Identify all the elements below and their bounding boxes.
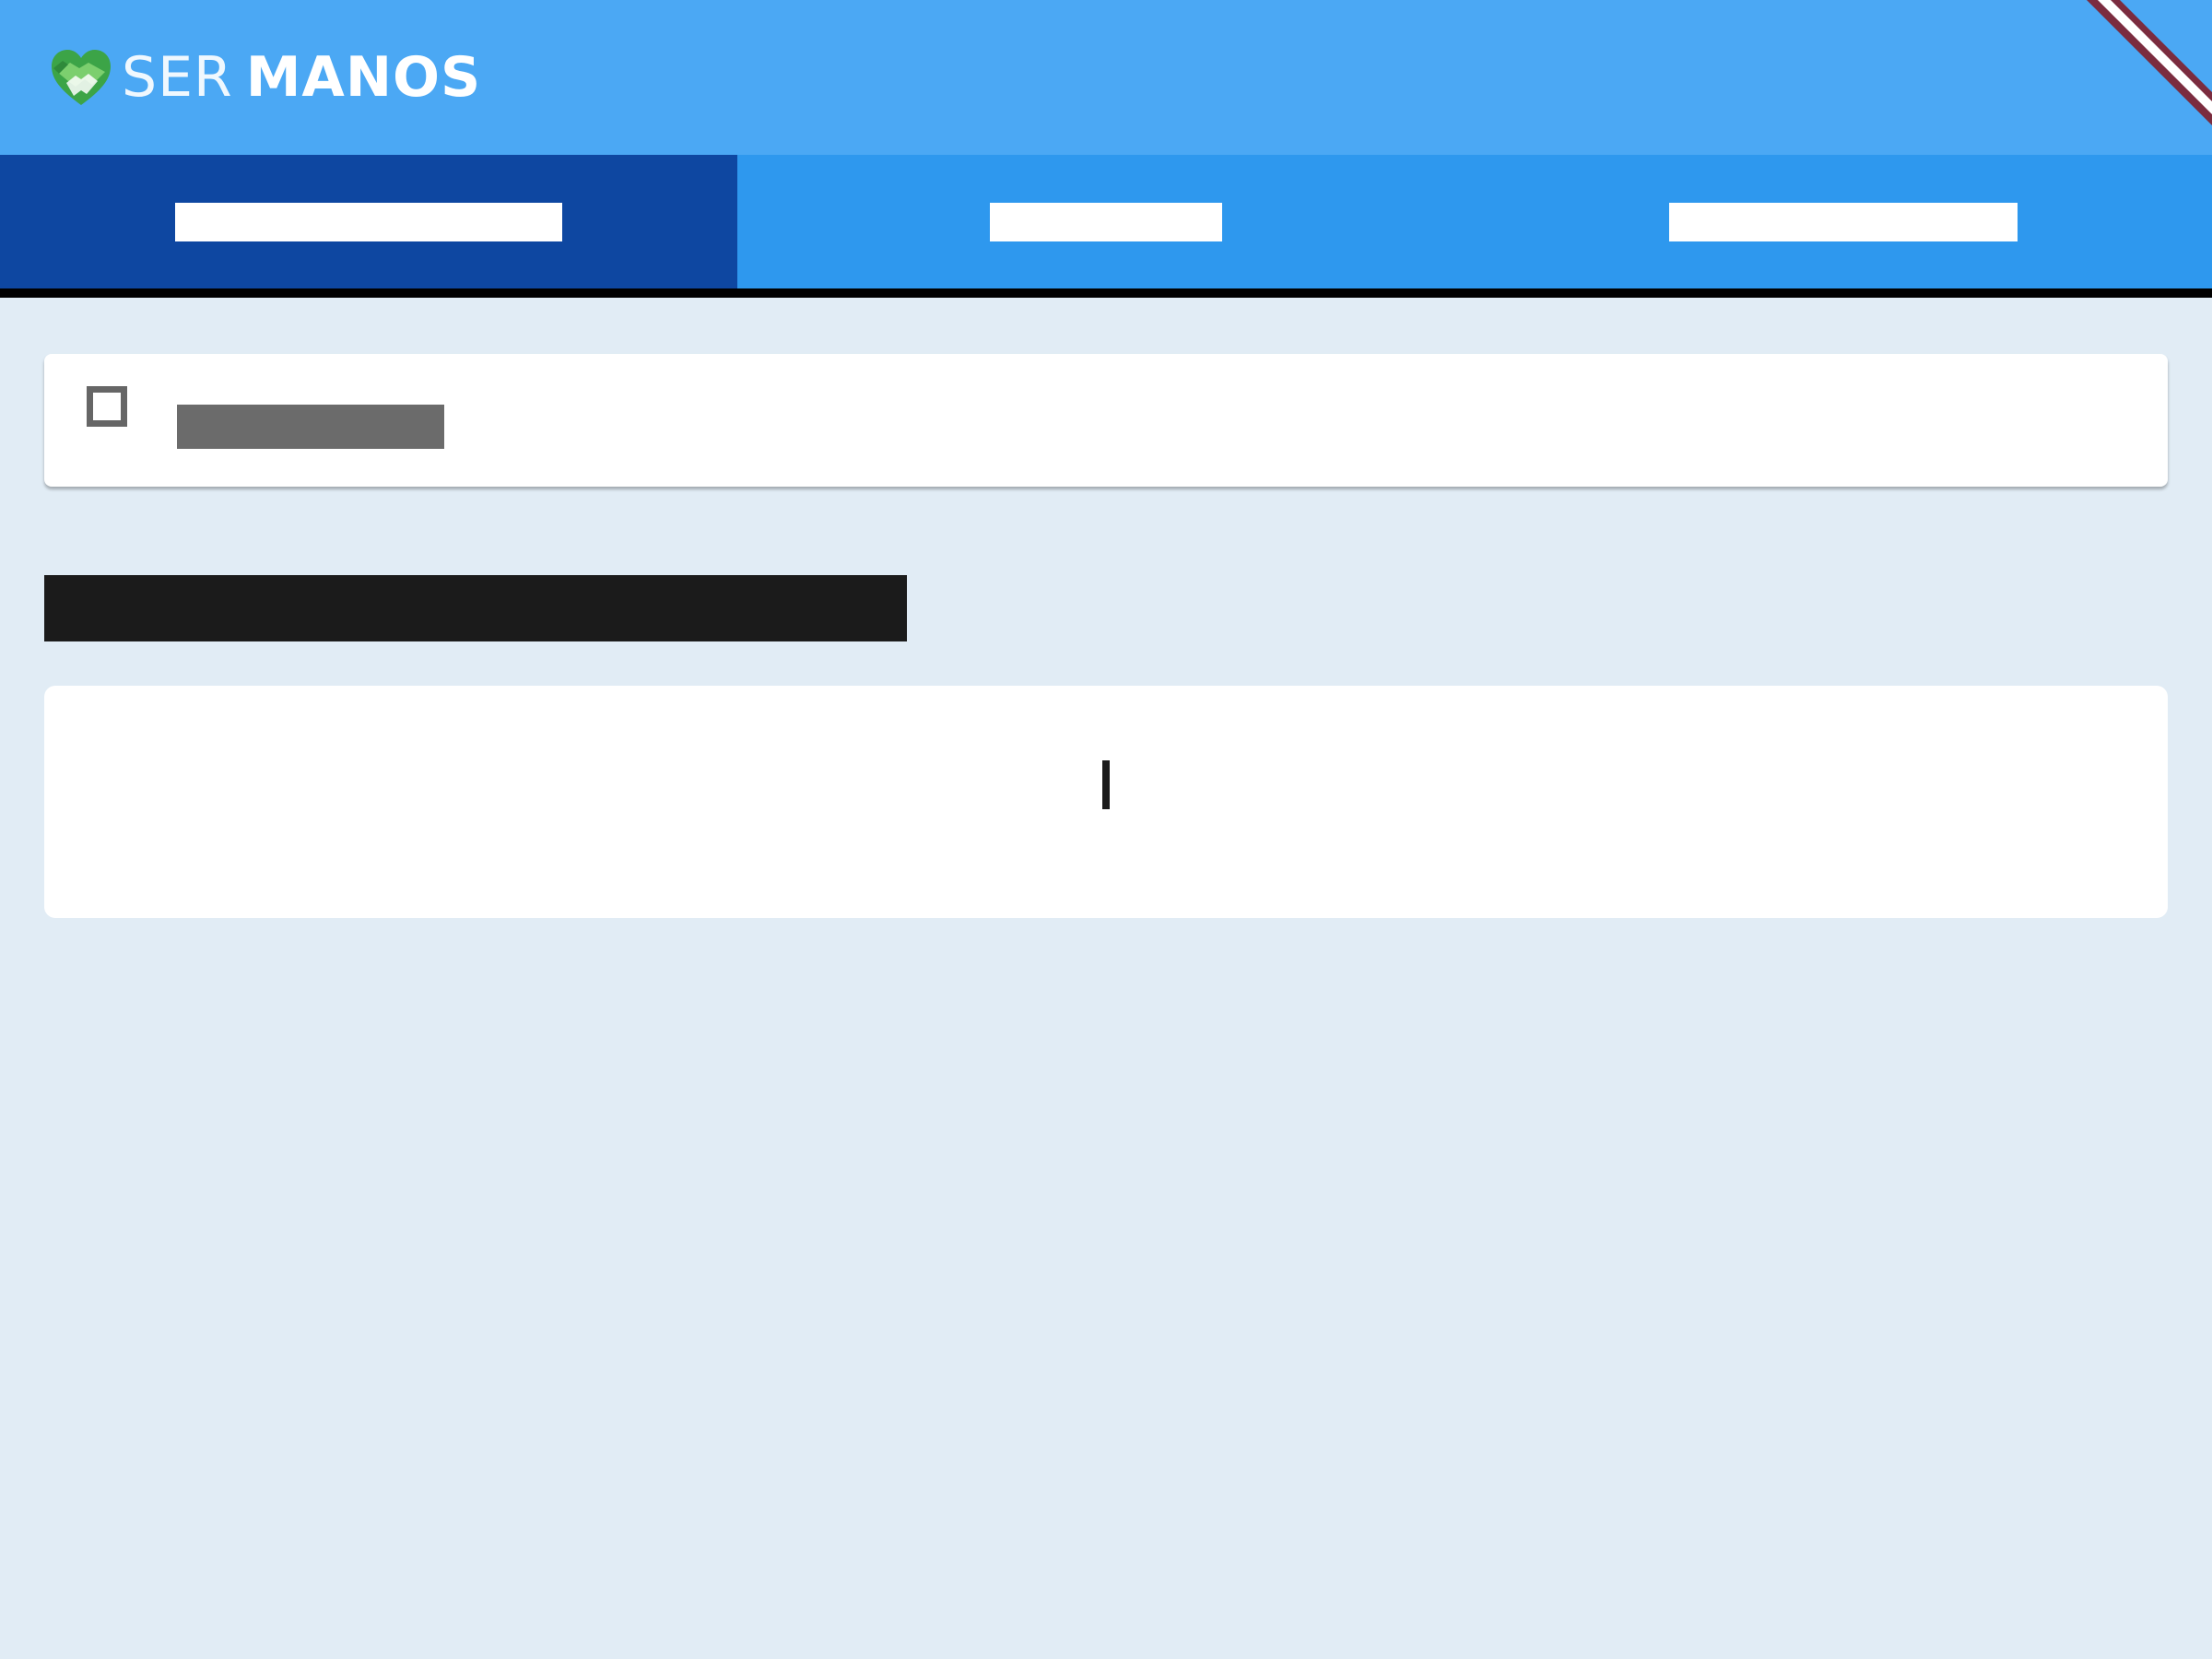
app-header: SER MANOS (0, 0, 2212, 155)
brand-name-light: SER (122, 45, 233, 110)
brand-logo[interactable]: SER MANOS (48, 44, 481, 111)
filter-card (44, 354, 2168, 487)
filter-label (177, 405, 444, 449)
brand-name-bold: MANOS (245, 45, 482, 110)
message-text-content (1102, 760, 1110, 809)
tab-bar (0, 155, 2212, 294)
tab-bar-divider (0, 288, 2212, 298)
tab-3[interactable] (1475, 155, 2212, 288)
section-title (44, 575, 907, 641)
tab-3-label (1669, 202, 2018, 241)
heart-handshake-icon (52, 50, 111, 105)
tab-1-label (175, 202, 562, 241)
tab-1[interactable] (0, 155, 737, 294)
app-root: SER MANOS (0, 0, 2212, 1659)
brand-name: SER MANOS (122, 44, 481, 111)
checkbox-outline-icon[interactable] (87, 386, 127, 427)
message-text (133, 752, 2079, 818)
corner-ribbon-icon (2087, 0, 2212, 125)
tab-2[interactable] (737, 155, 1475, 288)
tab-2-label (990, 202, 1222, 241)
message-card (44, 686, 2168, 918)
